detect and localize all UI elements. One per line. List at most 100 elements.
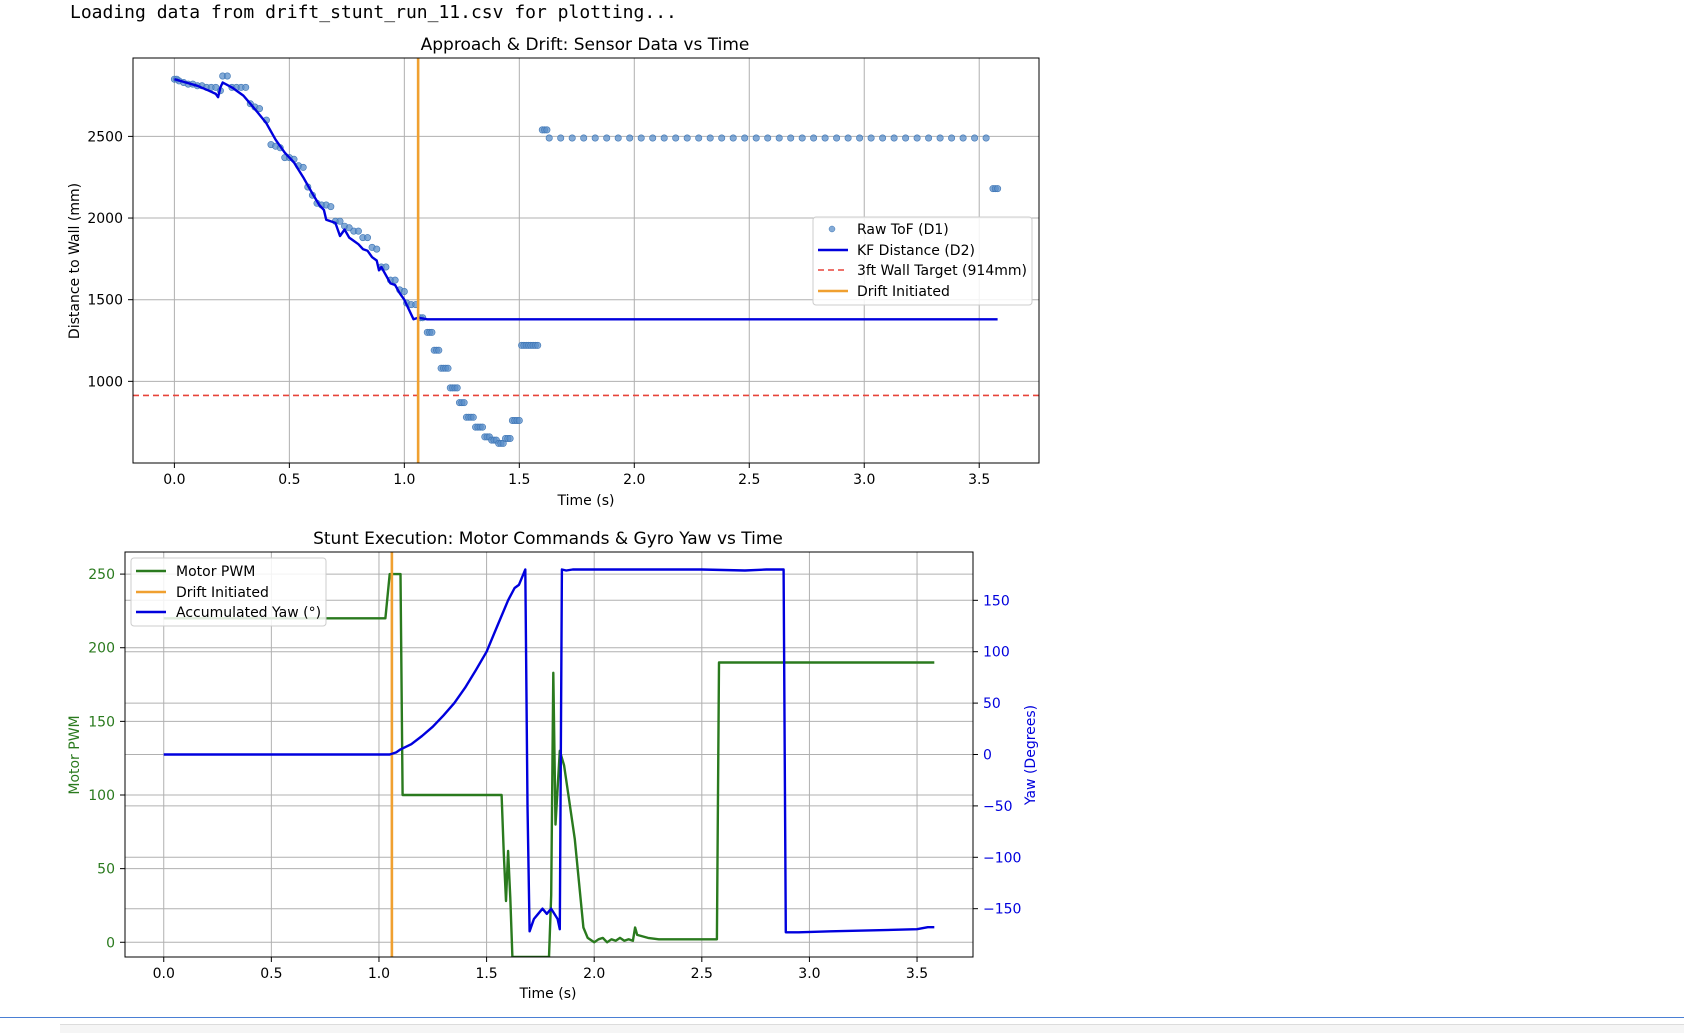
raw-tof-point bbox=[591, 134, 599, 142]
raw-tof-point bbox=[435, 346, 443, 354]
raw-tof-point bbox=[798, 134, 806, 142]
raw-tof-point bbox=[867, 134, 875, 142]
x-tick-label: 0.5 bbox=[260, 966, 282, 982]
legend-label-drift: Drift Initiated bbox=[857, 284, 950, 300]
x-tick-label: 0.0 bbox=[163, 472, 185, 488]
raw-tof-point bbox=[764, 134, 772, 142]
legend: Motor PWM Drift Initiated Accumulated Ya… bbox=[130, 557, 327, 627]
raw-tof-point bbox=[959, 134, 967, 142]
raw-tof-point bbox=[948, 134, 956, 142]
raw-tof-point bbox=[856, 134, 864, 142]
raw-tof-point bbox=[557, 134, 565, 142]
raw-tof-point bbox=[695, 134, 703, 142]
raw-tof-point bbox=[534, 341, 542, 349]
y2-tick-label: −150 bbox=[983, 902, 1021, 918]
motor-pwm-path bbox=[163, 572, 935, 957]
raw-tof-point bbox=[363, 234, 371, 242]
raw-tof-point bbox=[787, 134, 795, 142]
raw-tof-point bbox=[994, 185, 1002, 193]
legend-swatch-raw bbox=[828, 225, 836, 233]
raw-tof-point bbox=[580, 134, 588, 142]
raw-tof-point bbox=[706, 134, 714, 142]
legend-label-drift: Drift Initiated bbox=[176, 585, 269, 601]
chart-stunt-execution: Stunt Execution: Motor Commands & Gyro Y… bbox=[67, 529, 1039, 1002]
raw-tof-point bbox=[444, 364, 452, 372]
raw-tof-point bbox=[453, 384, 461, 392]
figure: Approach & Drift: Sensor Data vs Time 0.… bbox=[67, 35, 1040, 1002]
x-axis-label: Time (s) bbox=[557, 493, 615, 509]
raw-tof-point bbox=[844, 134, 852, 142]
y2-tick-label: −50 bbox=[983, 799, 1013, 815]
raw-tof-point bbox=[336, 217, 344, 225]
raw-tof-point bbox=[971, 134, 979, 142]
raw-tof-point bbox=[775, 134, 783, 142]
raw-tof-point bbox=[428, 328, 436, 336]
raw-tof-point bbox=[879, 134, 887, 142]
x-tick-labels: 0.0 0.5 1.0 1.5 2.0 2.5 3.0 3.5 bbox=[153, 957, 928, 982]
raw-tof-point bbox=[683, 134, 691, 142]
raw-tof-point bbox=[242, 83, 250, 91]
raw-tof-point bbox=[626, 134, 634, 142]
raw-tof-point bbox=[672, 134, 680, 142]
raw-tof-point bbox=[913, 134, 921, 142]
raw-tof-point bbox=[752, 134, 760, 142]
x-tick-label: 0.5 bbox=[278, 472, 300, 488]
raw-tof-point bbox=[603, 134, 611, 142]
raw-tof-point bbox=[469, 413, 477, 421]
raw-tof-point bbox=[391, 276, 399, 284]
raw-tof-point bbox=[936, 134, 944, 142]
y-axis-label-pwm: Motor PWM bbox=[67, 715, 83, 794]
y-tick-labels-pwm: 0 50 100 150 200 250 bbox=[88, 567, 125, 951]
raw-tof-point bbox=[833, 134, 841, 142]
raw-tof-point bbox=[373, 245, 381, 253]
raw-tof-point bbox=[543, 126, 551, 134]
chart-title: Approach & Drift: Sensor Data vs Time bbox=[421, 35, 750, 55]
motor-pwm-line bbox=[163, 572, 935, 957]
raw-tof-point bbox=[400, 287, 408, 295]
legend: Raw ToF (D1) KF Distance (D2) 3ft Wall T… bbox=[812, 216, 1033, 306]
x-tick-label: 2.5 bbox=[738, 472, 760, 488]
raw-tof-point bbox=[614, 134, 622, 142]
raw-tof-point bbox=[545, 134, 553, 142]
raw-tof-point bbox=[478, 423, 486, 431]
raw-tof-point bbox=[637, 134, 645, 142]
chart-title: Stunt Execution: Motor Commands & Gyro Y… bbox=[313, 529, 783, 549]
y2-tick-label: 0 bbox=[983, 748, 992, 764]
x-tick-label: 3.0 bbox=[798, 966, 820, 982]
x-tick-label: 1.0 bbox=[368, 966, 390, 982]
chart-approach-drift: Approach & Drift: Sensor Data vs Time 0.… bbox=[67, 35, 1040, 509]
raw-tof-point bbox=[821, 134, 829, 142]
raw-tof-point bbox=[718, 134, 726, 142]
y-tick-label: 1000 bbox=[87, 374, 123, 390]
raw-tof-point bbox=[810, 134, 818, 142]
y2-tick-label: 150 bbox=[983, 593, 1010, 609]
raw-tof-point bbox=[925, 134, 933, 142]
y-tick-label: 50 bbox=[97, 862, 115, 878]
x-tick-label: 3.5 bbox=[906, 966, 928, 982]
y-tick-label: 100 bbox=[88, 788, 115, 804]
raw-tof-point bbox=[660, 134, 668, 142]
raw-tof-point bbox=[902, 134, 910, 142]
raw-tof-point bbox=[649, 134, 657, 142]
raw-tof-point bbox=[506, 434, 514, 442]
y-tick-label: 1500 bbox=[87, 293, 123, 309]
y-tick-label: 250 bbox=[88, 567, 115, 583]
legend-label-kf: KF Distance (D2) bbox=[857, 243, 975, 259]
legend-label-target: 3ft Wall Target (914mm) bbox=[857, 263, 1027, 279]
y-tick-label: 150 bbox=[88, 714, 115, 730]
raw-tof-point bbox=[729, 134, 737, 142]
x-tick-label: 1.5 bbox=[508, 472, 530, 488]
raw-tof-point bbox=[515, 416, 523, 424]
x-tick-label: 2.5 bbox=[691, 966, 713, 982]
y2-tick-label: 50 bbox=[983, 696, 1001, 712]
cell-separator bbox=[0, 1017, 1684, 1018]
raw-tof-point bbox=[223, 72, 231, 80]
legend-label-yaw: Accumulated Yaw (°) bbox=[176, 605, 321, 621]
x-tick-label: 0.0 bbox=[153, 966, 175, 982]
raw-tof-point bbox=[568, 134, 576, 142]
raw-tof-point bbox=[327, 203, 335, 211]
raw-tof-point bbox=[741, 134, 749, 142]
y-tick-label: 200 bbox=[88, 641, 115, 657]
y-tick-label: 0 bbox=[106, 935, 115, 951]
x-tick-labels: 0.0 0.5 1.0 1.5 2.0 2.5 3.0 3.5 bbox=[163, 463, 990, 488]
